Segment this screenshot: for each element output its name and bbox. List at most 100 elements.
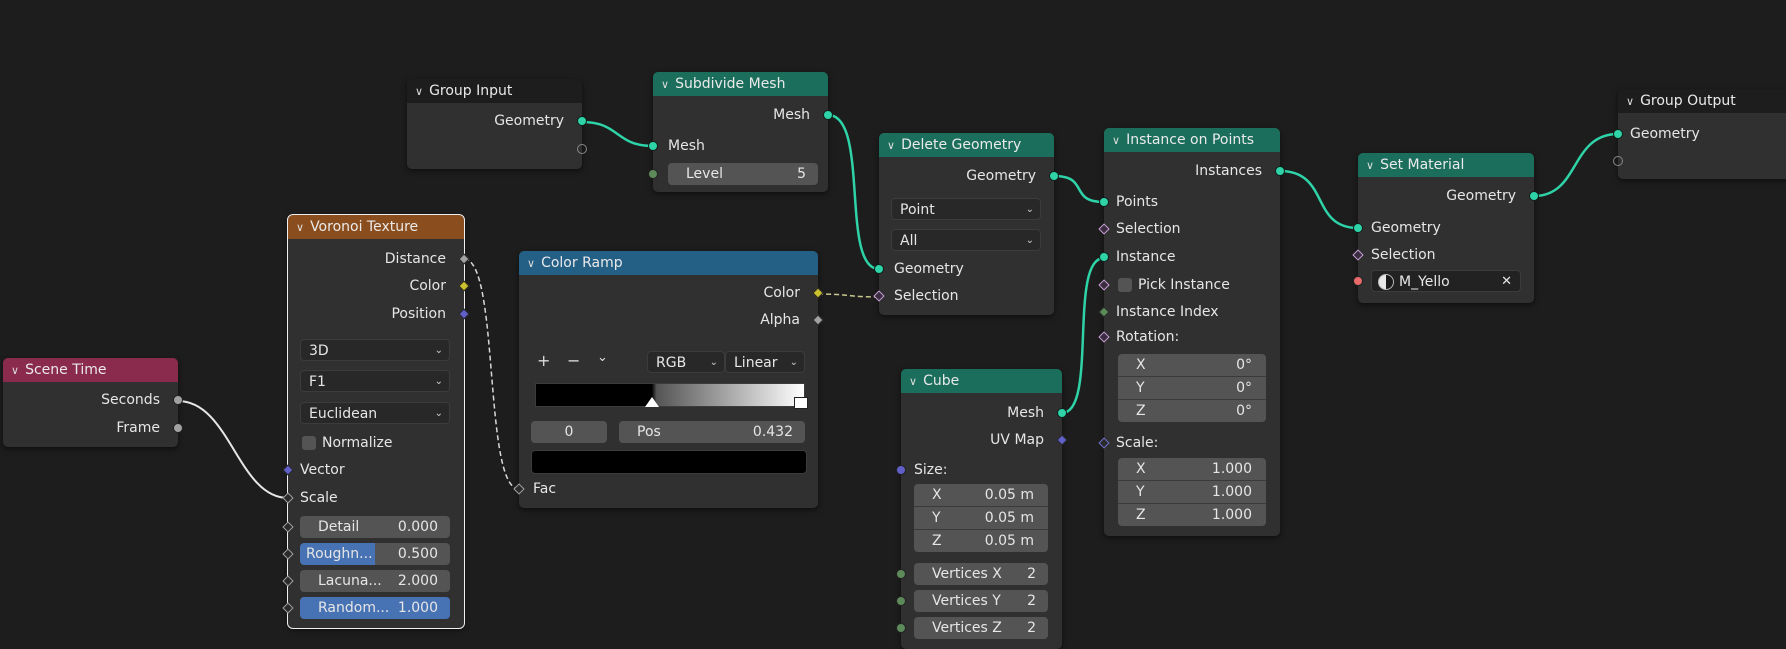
vertices-x-socket[interactable] [896,569,906,579]
instance-input-socket[interactable] [1099,252,1109,262]
rotation-vector-field[interactable]: X 0° Y 0° Z 0° [1118,354,1266,422]
chevron-down-icon[interactable]: ∨ [1626,95,1634,108]
color-mode-dropdown[interactable]: RGB ⌄ [647,351,725,373]
vertices-z-field[interactable]: Vertices Z 2 [914,617,1048,639]
voronoi-header[interactable]: ∨ Voronoi Texture [288,215,464,239]
mesh-input-socket[interactable] [648,141,658,151]
distance-output-socket[interactable] [458,253,470,265]
lacunarity-field[interactable]: Lacuna... 2.000 [300,570,450,592]
vertices-x-field[interactable]: Vertices X 2 [914,563,1048,585]
level-input-socket[interactable] [648,169,658,179]
empty-socket[interactable] [1613,156,1623,166]
rotation-socket[interactable] [1098,331,1110,343]
level-field[interactable]: Level 5 [668,163,818,185]
group-output-node[interactable]: ∨ Group Output Geometry [1613,89,1786,179]
minus-icon[interactable]: − [567,351,580,370]
subdivide-header[interactable]: ∨ Subdivide Mesh [653,72,828,96]
size-z-field[interactable]: Z 0.05 m [914,530,1048,552]
vector-input-socket[interactable] [282,464,294,476]
mesh-output-socket[interactable] [823,110,833,120]
instances-output-socket[interactable] [1275,166,1285,176]
lacunarity-socket[interactable] [282,575,294,587]
material-selector[interactable]: M_Yello ✕ [1371,270,1521,292]
roughness-socket[interactable] [282,548,294,560]
plus-icon[interactable]: + [537,351,550,370]
set-material-header[interactable]: ∨ Set Material [1358,153,1534,177]
selection-input-socket[interactable] [1098,223,1110,235]
geometry-output-socket[interactable] [1529,191,1539,201]
delete-geometry-node[interactable]: ∨ Delete Geometry Geometry Point ⌄ All ⌄ Ge… [873,133,1059,315]
size-y-field[interactable]: Y 0.05 m [914,507,1048,530]
scale-input-socket[interactable] [282,492,294,504]
instance-on-points-node[interactable]: ∨ Instance on Points Instances Points Sel… [1098,128,1285,536]
subdivide-mesh-node[interactable]: ∨ Subdivide Mesh Mesh Mesh Level 5 [648,72,833,192]
color-output-socket[interactable] [812,287,824,299]
selection-input-socket[interactable] [1352,249,1364,261]
scene-time-header[interactable]: ∨ Scene Time [3,358,178,382]
chevron-down-icon[interactable]: ∨ [527,257,535,270]
color-output-socket[interactable] [458,280,470,292]
scale-y-field[interactable]: Y 1.000 [1118,481,1266,504]
size-input-socket[interactable] [896,465,906,475]
chevron-down-icon[interactable]: ∨ [909,375,917,388]
fac-input-socket[interactable] [513,483,525,495]
feature-dropdown[interactable]: F1 ⌄ [300,370,450,392]
scale-x-field[interactable]: X 1.000 [1118,458,1266,481]
roughness-field[interactable]: Roughn... 0.500 [300,543,450,565]
cube-node[interactable]: ∨ Cube Mesh UV Map Size: X 0.05 m Y 0.05 m … [896,369,1068,649]
domain-dropdown[interactable]: Point ⌄ [891,198,1041,220]
mode-dropdown[interactable]: All ⌄ [891,229,1041,251]
voronoi-texture-node[interactable]: ∨ Voronoi Texture Distance Color Position… [282,214,470,629]
position-output-socket[interactable] [458,308,470,320]
chevron-down-icon[interactable]: ∨ [887,139,895,152]
close-icon[interactable]: ✕ [1501,271,1512,291]
color-stop-marker[interactable] [645,397,659,407]
randomness-socket[interactable] [282,602,294,614]
geometry-input-socket[interactable] [1353,223,1363,233]
group-output-header[interactable]: ∨ Group Output [1618,89,1786,113]
interpolation-dropdown[interactable]: Linear ⌄ [725,351,805,373]
pick-instance-socket[interactable] [1098,279,1110,291]
chevron-down-icon[interactable]: ∨ [1366,159,1374,172]
scale-vector-field[interactable]: X 1.000 Y 1.000 Z 1.000 [1118,458,1266,526]
rotation-z-field[interactable]: Z 0° [1118,400,1266,422]
frame-output-socket[interactable] [173,423,183,433]
geometry-socket[interactable] [577,116,587,126]
scale-socket[interactable] [1098,437,1110,449]
set-material-node[interactable]: ∨ Set Material Geometry Geometry Selectio… [1352,153,1539,303]
metric-dropdown[interactable]: Euclidean ⌄ [300,402,450,424]
scene-time-node[interactable]: ∨ Scene Time Seconds Frame [3,358,183,447]
chevron-down-icon[interactable]: ∨ [661,78,669,91]
normalize-checkbox[interactable] [302,436,316,450]
geometry-output-socket[interactable] [1049,171,1059,181]
size-x-field[interactable]: X 0.05 m [914,484,1048,507]
vertices-z-socket[interactable] [896,623,906,633]
scale-z-field[interactable]: Z 1.000 [1118,504,1266,526]
randomness-field[interactable]: Random... 1.000 [300,597,450,619]
rotation-x-field[interactable]: X 0° [1118,354,1266,377]
pick-instance-checkbox[interactable] [1118,278,1132,292]
rotation-y-field[interactable]: Y 0° [1118,377,1266,400]
chevron-down-icon[interactable]: ∨ [1112,134,1120,147]
selection-input-socket[interactable] [873,290,885,302]
cube-header[interactable]: ∨ Cube [901,369,1062,393]
instance-index-socket[interactable] [1098,306,1110,318]
empty-socket[interactable] [577,144,587,154]
color-stop-marker-end[interactable] [794,397,808,409]
position-field[interactable]: Pos 0.432 [619,421,805,443]
geometry-input-socket[interactable] [874,264,884,274]
chevron-down-icon[interactable]: ∨ [415,85,423,98]
delete-geometry-header[interactable]: ∨ Delete Geometry [879,133,1054,157]
uvmap-output-socket[interactable] [1056,434,1068,446]
color-ramp-node[interactable]: ∨ Color Ramp Color Alpha + − ⌄ RGB ⌄ Linea… [513,251,824,508]
vertices-y-field[interactable]: Vertices Y 2 [914,590,1048,612]
dimensions-dropdown[interactable]: 3D ⌄ [300,339,450,361]
color-ramp-header[interactable]: ∨ Color Ramp [519,251,818,275]
detail-socket[interactable] [282,521,294,533]
chevron-down-icon[interactable]: ∨ [11,364,19,377]
gradient-bar[interactable] [535,383,805,407]
detail-field[interactable]: Detail 0.000 [300,516,450,538]
group-input-node[interactable]: ∨ Group Input Geometry [407,79,587,169]
stop-index-field[interactable]: 0 [531,421,607,443]
chevron-down-icon[interactable]: ⌄ [597,350,608,365]
